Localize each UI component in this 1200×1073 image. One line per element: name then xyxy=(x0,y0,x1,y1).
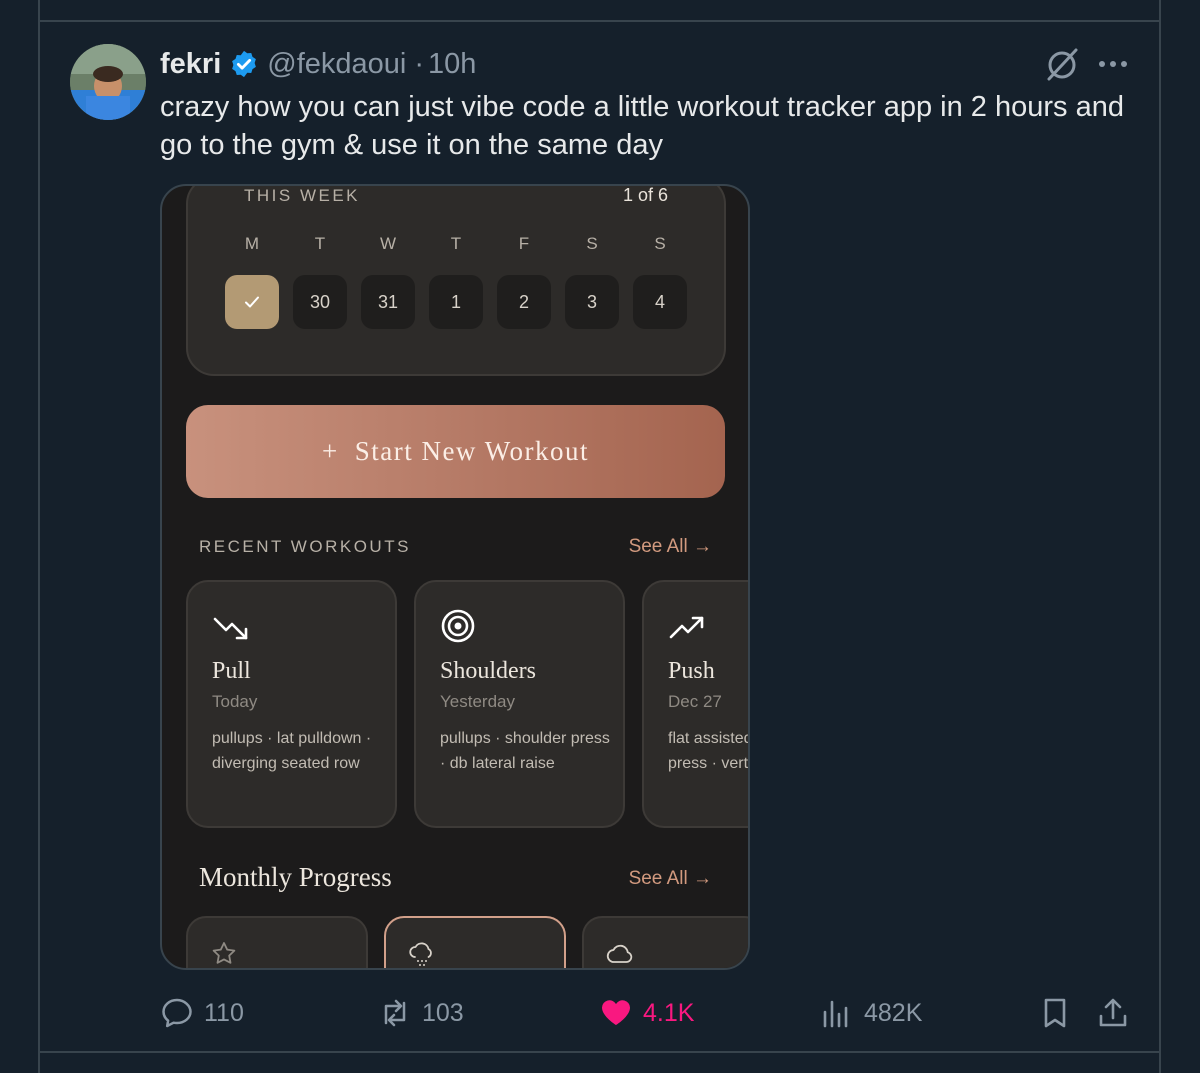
bookmark-icon xyxy=(1044,998,1066,1028)
day-letter: W xyxy=(379,234,397,253)
this-week-label: THIS WEEK xyxy=(244,186,361,205)
cloud-snow-icon xyxy=(409,942,432,966)
day-letter: F xyxy=(518,234,530,253)
workout-exercises-line: flat assisted xyxy=(668,730,750,747)
share-icon xyxy=(1099,998,1127,1027)
tweet-time[interactable]: 10h xyxy=(428,48,476,81)
workout-card-push[interactable]: Push Dec 27 flat assisted press · verti xyxy=(642,580,750,828)
tweet-action-bar: 110 103 4.1K 482K xyxy=(160,993,1140,1033)
avatar-photo xyxy=(70,44,146,120)
reply-count: 110 xyxy=(204,998,244,1027)
like-count: 4.1K xyxy=(643,998,695,1027)
author-handle[interactable]: @fekdaoui xyxy=(267,48,406,81)
trending-down-icon xyxy=(213,617,248,640)
plus-icon: + xyxy=(321,436,339,466)
column-border-left xyxy=(38,0,40,1073)
workout-card-shoulders[interactable]: Shoulders Yesterday pullups · shoulder p… xyxy=(414,580,625,828)
day-box[interactable]: 4 xyxy=(633,275,687,329)
this-week-card: THIS WEEK 1 of 6 M T W T F S S 30 31 1 2… xyxy=(186,185,726,376)
tweet-text: crazy how you can just vibe code a littl… xyxy=(160,91,1124,161)
day-box[interactable]: 30 xyxy=(293,275,347,329)
week-count: 1 of 6 xyxy=(622,185,668,205)
workout-title: Push xyxy=(668,658,715,684)
day-letter: T xyxy=(450,234,462,253)
cloud-icon xyxy=(606,944,633,963)
see-all-recent-link[interactable]: See All → xyxy=(629,536,712,558)
reply-icon xyxy=(162,998,192,1028)
divider-top xyxy=(38,20,1161,22)
day-letter: M xyxy=(244,234,260,253)
tweet-header: fekri @fekdaoui · 10h xyxy=(160,44,476,84)
checkmark-icon xyxy=(245,296,259,308)
recent-workouts-label: RECENT WORKOUTS xyxy=(199,537,411,556)
workout-exercises: pullups · shoulder press · db lateral ra… xyxy=(440,730,610,772)
like-button[interactable]: 4.1K xyxy=(599,993,694,1033)
start-new-workout-button[interactable]: + Start New Workout xyxy=(186,405,725,498)
day-letter: T xyxy=(314,234,326,253)
day-box[interactable]: 3 xyxy=(565,275,619,329)
monthly-card[interactable] xyxy=(186,916,368,968)
start-new-workout-label: Start New Workout xyxy=(354,436,590,466)
day-monday-done[interactable] xyxy=(225,275,279,329)
view-count: 482K xyxy=(864,998,923,1027)
reply-button[interactable]: 110 xyxy=(160,993,244,1033)
more-options-icon[interactable] xyxy=(1096,50,1130,78)
workout-exercises-line: press · verti xyxy=(668,755,750,772)
see-all-monthly-link[interactable]: See All → xyxy=(629,868,712,890)
share-button[interactable] xyxy=(1096,993,1130,1033)
workout-card-pull[interactable]: Pull Today pullups · lat pulldown · dive… xyxy=(186,580,397,828)
verified-badge-icon[interactable] xyxy=(229,49,259,79)
divider-bottom xyxy=(38,1051,1161,1053)
grok-icon[interactable] xyxy=(1042,44,1082,84)
heart-icon xyxy=(602,1000,630,1025)
media-screenshot[interactable]: THIS WEEK 1 of 6 M T W T F S S 30 31 1 2… xyxy=(160,184,750,970)
bookmark-button[interactable] xyxy=(1038,993,1072,1033)
workout-date: Today xyxy=(212,692,258,711)
monthly-card[interactable] xyxy=(582,916,748,968)
monthly-card-selected[interactable] xyxy=(384,916,566,968)
trending-up-icon xyxy=(669,616,704,639)
monthly-progress-title: Monthly Progress xyxy=(199,862,392,892)
workout-title: Shoulders xyxy=(440,658,536,684)
day-box[interactable]: 2 xyxy=(497,275,551,329)
analytics-icon xyxy=(823,1000,848,1028)
day-letter: S xyxy=(586,234,598,253)
author-name[interactable]: fekri xyxy=(160,48,221,81)
repost-icon xyxy=(384,999,406,1027)
day-box[interactable]: 1 xyxy=(429,275,483,329)
views-button[interactable]: 482K xyxy=(820,993,922,1033)
column-border-right xyxy=(1159,0,1161,1073)
repost-button[interactable]: 103 xyxy=(378,993,464,1033)
workout-title: Pull xyxy=(212,658,251,684)
workout-exercises: pullups · lat pulldown · diverging seate… xyxy=(212,730,372,772)
repost-count: 103 xyxy=(422,998,464,1027)
avatar[interactable] xyxy=(70,44,146,120)
target-icon xyxy=(441,609,475,643)
workout-date: Dec 27 xyxy=(668,692,722,711)
workout-exercises: flat assisted press · verti xyxy=(668,726,750,776)
day-box[interactable]: 31 xyxy=(361,275,415,329)
workout-date: Yesterday xyxy=(440,692,515,711)
day-letter: S xyxy=(654,234,666,253)
header-separator: · xyxy=(414,47,425,80)
star-icon xyxy=(212,942,236,964)
